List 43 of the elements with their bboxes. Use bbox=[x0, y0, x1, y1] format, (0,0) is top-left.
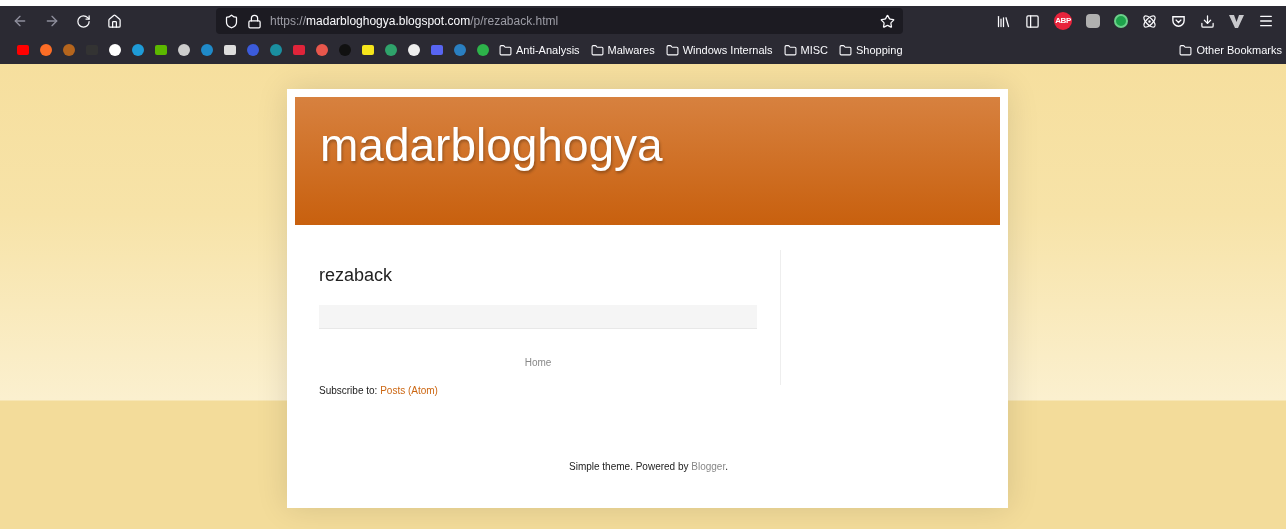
extension-icon[interactable] bbox=[1086, 14, 1100, 28]
bookmark-favicon-icon[interactable] bbox=[223, 43, 237, 57]
adblock-icon[interactable]: ABP bbox=[1054, 12, 1072, 30]
library-icon[interactable] bbox=[996, 13, 1011, 29]
home-link[interactable]: Home bbox=[524, 357, 552, 368]
sidebar-icon[interactable] bbox=[1025, 13, 1040, 29]
bookmark-favicon-icon[interactable] bbox=[361, 43, 375, 57]
blogger-link[interactable]: Blogger bbox=[691, 461, 726, 472]
folder-icon bbox=[590, 43, 604, 57]
lock-icon bbox=[247, 13, 262, 29]
bookmark-folder[interactable]: Other Bookmarks bbox=[1196, 41, 1282, 59]
back-icon[interactable] bbox=[12, 13, 28, 29]
bookmark-favicon-icon[interactable] bbox=[108, 43, 122, 57]
url-text: https://madarbloghogya.blogspot.com/p/rezaback.html bbox=[270, 13, 559, 30]
subscribe-text: Subscribe to: Posts (Atom) bbox=[319, 384, 439, 398]
bookmark-folder[interactable]: Shopping bbox=[856, 41, 903, 59]
bookmark-favicon-icon[interactable] bbox=[154, 43, 168, 57]
bookmark-folder[interactable]: MISC bbox=[800, 41, 829, 59]
address-bar[interactable]: https://madarbloghogya.blogspot.com/p/rezaback.html bbox=[216, 8, 903, 34]
page-title: rezaback bbox=[319, 264, 394, 287]
bookmark-folder[interactable]: Windows Internals bbox=[682, 41, 773, 59]
extension-v-icon[interactable] bbox=[1229, 14, 1244, 28]
bookmark-favicon-icon[interactable] bbox=[177, 43, 191, 57]
folder-icon bbox=[499, 43, 512, 57]
extension-icon[interactable] bbox=[1114, 14, 1128, 28]
footer-text: Simple theme. Powered by Blogger. bbox=[569, 460, 729, 474]
shield-icon[interactable] bbox=[224, 13, 239, 29]
bookmark-star-icon[interactable] bbox=[880, 13, 895, 29]
bookmark-folder[interactable]: Malwares bbox=[607, 41, 655, 59]
bookmark-folder[interactable]: Anti-Analysis bbox=[516, 41, 580, 59]
pocket-icon[interactable] bbox=[1171, 13, 1186, 29]
posts-atom-link[interactable]: Posts (Atom) bbox=[380, 385, 438, 396]
download-icon[interactable] bbox=[1200, 13, 1215, 29]
forward-icon[interactable] bbox=[44, 13, 60, 29]
bookmark-favicon-icon[interactable] bbox=[407, 43, 421, 57]
folder-icon bbox=[1179, 43, 1193, 57]
home-icon[interactable] bbox=[107, 13, 122, 29]
reload-icon[interactable] bbox=[76, 13, 91, 29]
folder-icon bbox=[839, 43, 853, 57]
menu-icon[interactable] bbox=[1258, 13, 1274, 29]
atom-icon[interactable] bbox=[1142, 13, 1157, 29]
folder-icon bbox=[665, 43, 679, 57]
folder-icon bbox=[783, 43, 797, 57]
